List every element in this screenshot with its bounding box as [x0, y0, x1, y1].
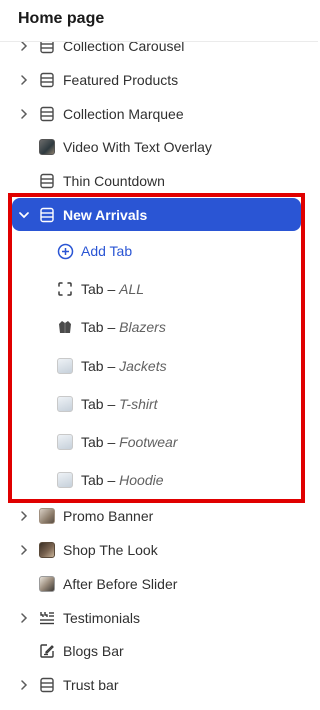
- tab-prefix: Tab –: [81, 472, 120, 488]
- section-icon: [38, 71, 56, 89]
- image-thumbnail-icon: [38, 575, 56, 593]
- tab-prefix: Tab –: [81, 434, 120, 450]
- jacket-thumbnail-icon: [56, 318, 74, 336]
- tab-name: Jackets: [119, 358, 167, 374]
- image-placeholder-icon: [56, 395, 74, 413]
- section-item-blogs-bar[interactable]: Blogs Bar: [0, 634, 318, 668]
- plus-circle-icon: [56, 242, 74, 260]
- section-label: After Before Slider: [63, 576, 178, 592]
- section-label: Thin Countdown: [63, 173, 165, 189]
- add-tab-label: Add Tab: [81, 243, 133, 259]
- tab-name: Footwear: [119, 434, 178, 450]
- block-item-tab-blazers[interactable]: Tab – Blazers: [0, 310, 318, 344]
- tab-prefix: Tab –: [81, 358, 120, 374]
- section-label: Featured Products: [63, 72, 179, 88]
- panel-header: Home page: [0, 0, 318, 42]
- section-label: New Arrivals: [63, 207, 148, 223]
- chevron-right-icon[interactable]: [18, 108, 30, 120]
- section-label: Collection Marquee: [63, 106, 184, 122]
- page-title: Home page: [18, 10, 105, 27]
- image-thumbnail-icon: [38, 541, 56, 559]
- quote-list-icon: [38, 609, 56, 627]
- section-item-after-before-slider[interactable]: After Before Slider: [0, 567, 318, 601]
- image-placeholder-icon: [56, 357, 74, 375]
- add-tab-button[interactable]: Add Tab: [0, 234, 318, 268]
- section-item-collection-marquee[interactable]: Collection Marquee: [0, 97, 318, 131]
- section-icon: [38, 172, 56, 190]
- tab-name: T-shirt: [119, 396, 158, 412]
- tab-name: Hoodie: [119, 472, 164, 488]
- section-item-shop-the-look[interactable]: Shop The Look: [0, 533, 318, 567]
- image-placeholder-icon: [56, 433, 74, 451]
- chevron-right-icon[interactable]: [18, 510, 30, 522]
- chevron-right-icon[interactable]: [18, 74, 30, 86]
- section-label: Promo Banner: [63, 508, 154, 524]
- dashed-square-icon: [56, 280, 74, 298]
- image-placeholder-icon: [56, 471, 74, 489]
- tab-name: Blazers: [119, 319, 166, 335]
- section-icon: [38, 105, 56, 123]
- block-item-tab-jackets[interactable]: Tab – Jackets: [0, 349, 318, 383]
- section-item-testimonials[interactable]: Testimonials: [0, 601, 318, 635]
- chevron-right-icon[interactable]: [18, 679, 30, 691]
- image-thumbnail-icon: [38, 138, 56, 156]
- section-label: Video With Text Overlay: [63, 139, 212, 155]
- section-label: Testimonials: [63, 610, 141, 626]
- edit-note-icon: [38, 642, 56, 660]
- chevron-right-icon[interactable]: [18, 612, 30, 624]
- section-item-featured-products[interactable]: Featured Products: [0, 63, 318, 97]
- section-label: Trust bar: [63, 677, 119, 693]
- block-item-tab-footwear[interactable]: Tab – Footwear: [0, 425, 318, 459]
- section-item-thin-countdown[interactable]: Thin Countdown: [0, 164, 318, 198]
- section-label: Shop The Look: [63, 542, 158, 558]
- section-label: Blogs Bar: [63, 643, 124, 659]
- section-item-trust-bar[interactable]: Trust bar: [0, 668, 318, 702]
- tab-prefix: Tab –: [81, 396, 120, 412]
- block-item-tab-hoodie[interactable]: Tab – Hoodie: [0, 463, 318, 497]
- image-thumbnail-icon: [38, 507, 56, 525]
- chevron-down-icon[interactable]: [18, 209, 30, 221]
- block-item-tab-all[interactable]: Tab – ALL: [0, 272, 318, 306]
- section-item-promo-banner[interactable]: Promo Banner: [0, 499, 318, 533]
- section-item-video-with-text-overlay[interactable]: Video With Text Overlay: [0, 130, 318, 164]
- section-item-new-arrivals[interactable]: New Arrivals: [0, 198, 318, 232]
- section-icon: [38, 206, 56, 224]
- tab-prefix: Tab –: [81, 281, 120, 297]
- tab-prefix: Tab –: [81, 319, 120, 335]
- block-item-tab-tshirt[interactable]: Tab – T-shirt: [0, 387, 318, 421]
- chevron-right-icon[interactable]: [18, 544, 30, 556]
- tab-name: ALL: [119, 281, 145, 297]
- section-icon: [38, 676, 56, 694]
